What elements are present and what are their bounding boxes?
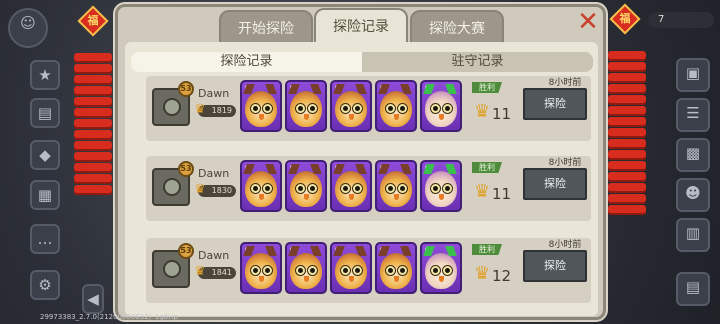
diamond-menu-button[interactable]: ◆ bbox=[30, 140, 60, 170]
star-menu-button[interactable]: ★ bbox=[30, 60, 60, 90]
result-badge: 胜利 bbox=[472, 244, 502, 255]
calendar-menu-button[interactable]: ▣ bbox=[676, 58, 710, 92]
trophy-icon: ♛ bbox=[474, 181, 491, 202]
owl-pet-icon bbox=[245, 253, 277, 289]
pet-card[interactable]: 3 bbox=[420, 160, 462, 212]
pet-card[interactable]: 4 bbox=[285, 242, 327, 294]
owl-pet-icon bbox=[290, 253, 322, 289]
level-badge: 53 bbox=[178, 243, 194, 259]
tab-adventure-contest[interactable]: 探险大赛 bbox=[410, 10, 504, 44]
owl-pet-icon bbox=[335, 171, 367, 207]
trophy-gain: 11 bbox=[492, 185, 512, 203]
owl-pet-icon bbox=[380, 253, 412, 289]
mask-menu-button[interactable]: ☻ bbox=[676, 178, 710, 212]
tab-start-adventure[interactable]: 开始探险 bbox=[219, 10, 313, 44]
owl-pet-icon bbox=[335, 91, 367, 127]
pet-card[interactable]: 4 bbox=[330, 242, 372, 294]
firecracker-right bbox=[606, 50, 648, 216]
player-name: Dawn bbox=[198, 167, 230, 180]
sub-tab-bar: 探险记录 驻守记录 bbox=[131, 52, 593, 72]
pet-card[interactable]: 4 bbox=[330, 160, 372, 212]
pet-card[interactable]: 4 bbox=[285, 80, 327, 132]
owl-pet-icon bbox=[335, 253, 367, 289]
pet-card[interactable]: 4 bbox=[240, 160, 282, 212]
player-avatar-button[interactable]: ☺ bbox=[8, 8, 48, 48]
ticket-menu-button[interactable]: ▤ bbox=[30, 98, 60, 128]
record-row: 53 Dawn 1830 ♛ 4 4 4 bbox=[146, 156, 591, 221]
pet-card[interactable]: 3 bbox=[420, 242, 462, 294]
pet-card[interactable]: 4 bbox=[285, 160, 327, 212]
build-version-text: 29973383_2.7.0(21200000632)_1g0Hp bbox=[40, 313, 178, 321]
owl-pet-icon bbox=[425, 91, 457, 127]
trophy-icon: ♛ bbox=[474, 101, 491, 122]
trophy-gain: 12 bbox=[492, 267, 512, 285]
result-badge: 胜利 bbox=[472, 162, 502, 173]
list-menu-button[interactable]: ☰ bbox=[676, 98, 710, 132]
subtab-defense-records[interactable]: 驻守记录 bbox=[362, 52, 593, 72]
record-time: 8小时前 bbox=[548, 78, 582, 88]
player-name: Dawn bbox=[198, 249, 230, 262]
record-row: 53 Dawn 1819 ♛ 4 4 4 bbox=[146, 76, 591, 141]
adventure-button[interactable]: 探险 bbox=[523, 168, 587, 200]
owl-pet-icon bbox=[425, 253, 457, 289]
adventure-button[interactable]: 探险 bbox=[523, 88, 587, 120]
pet-card[interactable]: 4 bbox=[375, 242, 417, 294]
pet-card[interactable]: 3 bbox=[420, 80, 462, 132]
record-row: 53 Dawn 1841 ♛ 4 4 4 bbox=[146, 238, 591, 303]
back-arrow-button[interactable]: ◀ bbox=[82, 284, 104, 314]
player-name: Dawn bbox=[198, 87, 230, 100]
shop-menu-button[interactable]: ▦ bbox=[30, 180, 60, 210]
adventure-button[interactable]: 探险 bbox=[523, 250, 587, 282]
owl-pet-icon bbox=[380, 171, 412, 207]
chest-menu-button[interactable]: ▥ bbox=[676, 218, 710, 252]
top-right-counter: 7 bbox=[648, 12, 714, 28]
result-badge: 胜利 bbox=[472, 82, 502, 93]
subtab-adventure-records[interactable]: 探险记录 bbox=[131, 52, 362, 72]
trophy-icon: ♛ bbox=[194, 264, 206, 279]
pet-card[interactable]: 4 bbox=[375, 160, 417, 212]
pet-card[interactable]: 4 bbox=[330, 80, 372, 132]
owl-pet-icon bbox=[290, 91, 322, 127]
firecracker-left bbox=[72, 52, 114, 196]
settings-menu-button[interactable]: ⚙ bbox=[30, 270, 60, 300]
level-badge: 53 bbox=[178, 81, 194, 97]
trophy-icon: ♛ bbox=[194, 102, 206, 117]
owl-pet-icon bbox=[425, 171, 457, 207]
trophy-icon: ♛ bbox=[194, 182, 206, 197]
record-time: 8小时前 bbox=[548, 240, 582, 250]
tab-adventure-records[interactable]: 探险记录 bbox=[314, 8, 408, 46]
owl-pet-icon bbox=[380, 91, 412, 127]
chat-menu-button[interactable]: … bbox=[30, 224, 60, 254]
pet-card[interactable]: 4 bbox=[240, 80, 282, 132]
owl-pet-icon bbox=[290, 171, 322, 207]
owl-pet-icon bbox=[245, 91, 277, 127]
pet-card[interactable]: 4 bbox=[240, 242, 282, 294]
cart-menu-button[interactable]: ▤ bbox=[676, 272, 710, 306]
trophy-icon: ♛ bbox=[474, 263, 491, 284]
pet-card[interactable]: 4 bbox=[375, 80, 417, 132]
trophy-gain: 11 bbox=[492, 105, 512, 123]
gift-menu-button[interactable]: ▩ bbox=[676, 138, 710, 172]
record-time: 8小时前 bbox=[548, 158, 582, 168]
level-badge: 53 bbox=[178, 161, 194, 177]
close-icon[interactable]: ✕ bbox=[574, 8, 602, 36]
owl-pet-icon bbox=[245, 171, 277, 207]
